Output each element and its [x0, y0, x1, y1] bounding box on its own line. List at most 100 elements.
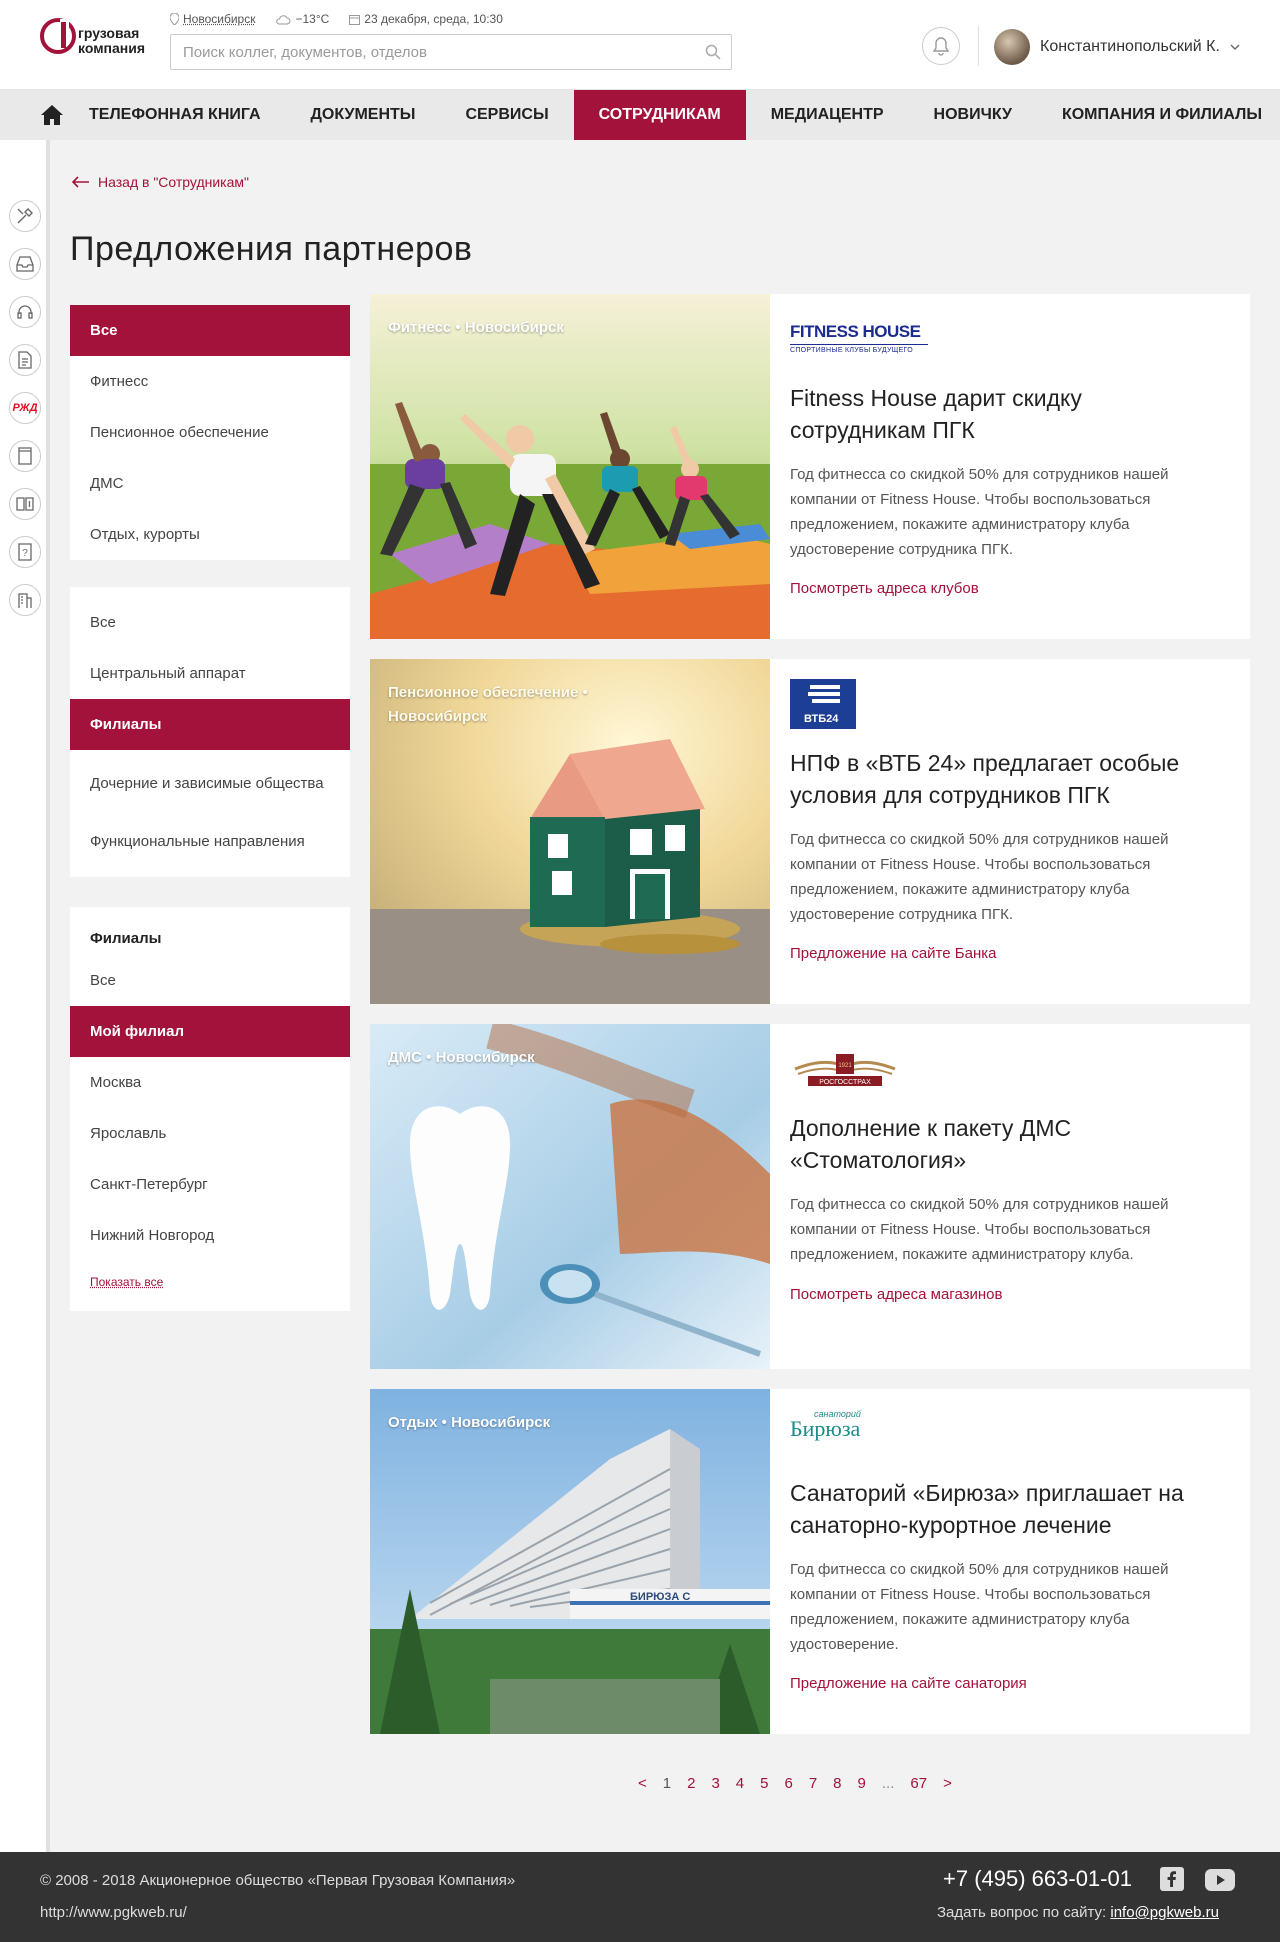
youtube-icon[interactable]	[1205, 1869, 1235, 1891]
offer-title[interactable]: Санаторий «Бирюза» приглашает на санатор…	[790, 1477, 1220, 1541]
location-pin-icon	[170, 13, 179, 25]
page-number[interactable]: 5	[752, 1775, 776, 1792]
vtb24-logo: ВТБ24	[790, 679, 856, 729]
offer-tag: Фитнесс • Новосибирск	[388, 319, 564, 336]
offer-tag: Пенсионное обеспечение • Новосибирск	[388, 684, 588, 725]
page-number[interactable]: 9	[850, 1775, 874, 1792]
filter-division-branches[interactable]: Филиалы	[70, 699, 350, 750]
filter-division-functional[interactable]: Функциональные направления	[70, 816, 350, 867]
phone-number[interactable]: +7 (495) 663-01-01	[943, 1866, 1132, 1892]
filter-division-all[interactable]: Все	[70, 597, 350, 648]
notifications-button[interactable]	[922, 27, 960, 65]
page-number[interactable]: 1	[655, 1775, 679, 1792]
side-rail: РЖД ?	[0, 140, 50, 1852]
branch-filter-title: Филиалы	[90, 930, 162, 947]
fitness-house-logo: FITNESS HOUSE СПОРТИВНЫЕ КЛУБЫ БУДУЩЕГО	[790, 314, 928, 364]
filter-branch-mine[interactable]: Мой филиал	[70, 1006, 350, 1057]
svg-text:?: ?	[22, 548, 28, 559]
show-all-link[interactable]: Показать все	[70, 1261, 350, 1311]
offer-tag: Отдых • Новосибирск	[388, 1414, 551, 1431]
search-box	[170, 34, 732, 70]
help-icon[interactable]: ?	[9, 536, 41, 568]
nav-services[interactable]: СЕРВИСЫ	[440, 90, 573, 140]
offer-image-resort[interactable]: БИРЮЗА С Отдых • Новосибирск	[370, 1389, 770, 1734]
nav-documents[interactable]: ДОКУМЕНТЫ	[286, 90, 441, 140]
filter-division-central[interactable]: Центральный аппарат	[70, 648, 350, 699]
biryuza-logo-text: Бирюза	[790, 1416, 861, 1441]
biryuza-logo: санаторий Бирюза	[790, 1409, 861, 1459]
offer-image-dms[interactable]: ДМС • Новосибирск	[370, 1024, 770, 1369]
page-number[interactable]: 7	[801, 1775, 825, 1792]
filter-branch-nnovgorod[interactable]: Нижний Новгород	[70, 1210, 350, 1261]
headset-icon[interactable]	[9, 296, 41, 328]
city-name: Новосибирск	[183, 12, 256, 26]
rzd-icon[interactable]: РЖД	[9, 392, 41, 424]
page-next[interactable]: >	[935, 1775, 960, 1792]
filter-branch-yaroslavl[interactable]: Ярославль	[70, 1108, 350, 1159]
offer-link[interactable]: Предложение на сайте Банка	[790, 945, 996, 962]
offer-link[interactable]: Посмотреть адреса клубов	[790, 580, 979, 597]
filter-branch-spb[interactable]: Санкт-Петербург	[70, 1159, 350, 1210]
offer-title[interactable]: Дополнение к пакету ДМС «Стоматология»	[790, 1112, 1220, 1176]
back-label: Назад в "Сотрудникам"	[98, 174, 249, 190]
company-logo[interactable]: грузовая компания	[40, 14, 145, 72]
cloud-icon	[276, 14, 291, 24]
filter-category-fitness[interactable]: Фитнесс	[70, 356, 350, 407]
page-number[interactable]: 8	[825, 1775, 849, 1792]
header-meta: Новосибирск −13°С 23 декабря, среда, 10:…	[170, 12, 503, 26]
city-selector[interactable]: Новосибирск	[170, 12, 255, 26]
resort-building-sign: БИРЮЗА С	[630, 1591, 690, 1603]
book-icon[interactable]	[9, 440, 41, 472]
facebook-icon[interactable]	[1160, 1867, 1184, 1891]
filter-division-subsidiaries[interactable]: Дочерние и зависимые общества	[70, 750, 350, 816]
email-link[interactable]: info@pgkweb.ru	[1110, 1904, 1219, 1921]
offer-link[interactable]: Посмотреть адреса магазинов	[790, 1286, 1002, 1303]
nav-phonebook[interactable]: ТЕЛЕФОННАЯ КНИГА	[64, 90, 286, 140]
offer-card: Фитнесс • Новосибирск FITNESS HOUSE СПОР…	[370, 294, 1250, 639]
user-name: Константинопольский К.	[1040, 38, 1220, 55]
chevron-down-icon	[1230, 44, 1240, 50]
avatar	[994, 29, 1030, 65]
vtb-logo-text: ВТБ24	[804, 713, 839, 725]
filter-category-dms[interactable]: ДМС	[70, 458, 350, 509]
page-number[interactable]: 4	[728, 1775, 752, 1792]
document-icon[interactable]	[9, 344, 41, 376]
page-prev[interactable]: <	[630, 1775, 655, 1792]
filter-category-resorts[interactable]: Отдых, курорты	[70, 509, 350, 560]
filter-branch-moscow[interactable]: Москва	[70, 1057, 350, 1108]
ask-label: Задать вопрос по сайту:	[937, 1904, 1107, 1921]
filter-category-pension[interactable]: Пенсионное обеспечение	[70, 407, 350, 458]
tools-icon[interactable]	[9, 200, 41, 232]
user-menu[interactable]: Константинопольский К.	[994, 29, 1240, 65]
nav-newcomer[interactable]: НОВИЧКУ	[909, 90, 1037, 140]
fitness-house-logo-text: FITNESS HOUSE	[790, 322, 921, 341]
page-number[interactable]: 3	[703, 1775, 727, 1792]
building-icon[interactable]	[9, 584, 41, 616]
offer-card: Пенсионное обеспечение • Новосибирск ВТБ…	[370, 659, 1250, 1004]
rosgosstrakh-logo: 1921 РОСГОССТРАХ	[790, 1044, 900, 1094]
filter-category-all[interactable]: Все	[70, 305, 350, 356]
offer-link[interactable]: Предложение на сайте санатория	[790, 1675, 1027, 1692]
wallet-icon[interactable]	[9, 488, 41, 520]
nav-employees[interactable]: СОТРУДНИКАМ	[573, 90, 746, 140]
logo-line-1: грузовая	[78, 25, 140, 41]
site-url[interactable]: http://www.pgkweb.ru/	[40, 1904, 187, 1921]
search-icon[interactable]	[705, 44, 721, 60]
home-button[interactable]	[0, 90, 64, 140]
nav-mediacenter[interactable]: МЕДИАЦЕНТР	[746, 90, 909, 140]
offer-title[interactable]: Fitness House дарит скидку сотрудникам П…	[790, 382, 1220, 446]
page-number[interactable]: 67	[902, 1775, 935, 1792]
offer-image-pension[interactable]: Пенсионное обеспечение • Новосибирск	[370, 659, 770, 1004]
filter-branch-all[interactable]: Все	[70, 955, 350, 1006]
search-input[interactable]	[171, 35, 691, 69]
inbox-icon[interactable]	[9, 248, 41, 280]
nav-company[interactable]: КОМПАНИЯ И ФИЛИАЛЫ	[1037, 90, 1280, 140]
offer-title[interactable]: НПФ в «ВТБ 24» предлагает особые условия…	[790, 747, 1220, 811]
page-title: Предложения партнеров	[70, 230, 473, 268]
offer-card: ДМС • Новосибирск 1921 РОСГОССТРАХ Допол…	[370, 1024, 1250, 1369]
offer-description: Год фитнесса со скидкой 50% для сотрудни…	[790, 1196, 1169, 1263]
page-number[interactable]: 2	[679, 1775, 703, 1792]
offer-image-fitness[interactable]: Фитнесс • Новосибирск	[370, 294, 770, 639]
page-number[interactable]: 6	[776, 1775, 800, 1792]
back-link[interactable]: Назад в "Сотрудникам"	[72, 174, 249, 190]
